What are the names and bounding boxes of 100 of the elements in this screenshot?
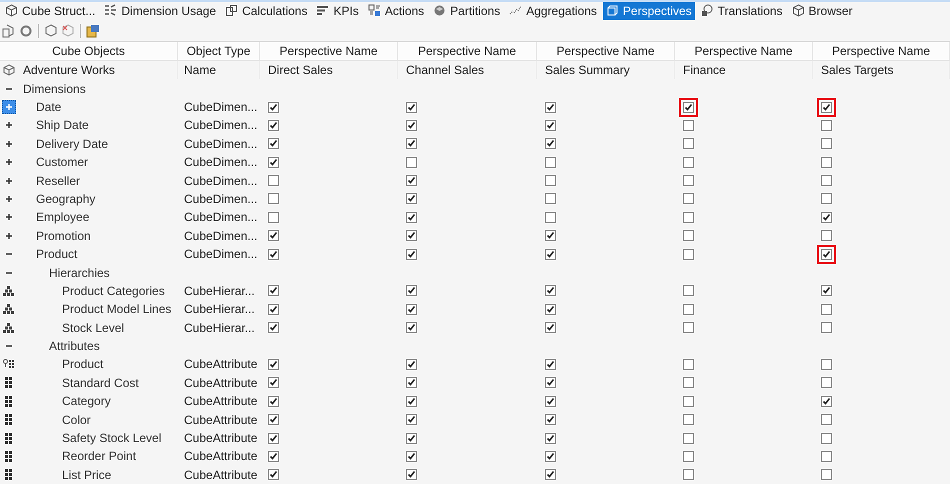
checkbox[interactable] [683,469,694,480]
checkbox[interactable] [683,156,694,168]
checkbox[interactable] [683,248,694,260]
checkbox[interactable] [683,450,694,462]
checkbox[interactable] [545,414,556,426]
checkbox[interactable] [406,432,417,444]
checkbox[interactable] [545,285,556,296]
column-header[interactable]: Perspective Name [279,42,378,60]
checkbox[interactable] [545,212,556,223]
checkbox[interactable] [268,285,279,296]
checkbox[interactable] [406,102,417,112]
checkbox[interactable] [821,358,832,370]
tree-item[interactable]: Standard Cost [17,374,139,392]
checkbox[interactable] [545,450,556,462]
perspective-name[interactable]: Sales Summary [545,61,630,80]
checkbox[interactable] [821,193,832,204]
checkbox[interactable] [821,377,832,388]
checkbox[interactable] [268,377,279,388]
checkbox[interactable] [406,230,417,242]
checkbox[interactable] [268,212,279,223]
checkbox[interactable] [821,285,832,296]
tab[interactable]: Aggregations [506,2,600,20]
perspective-name[interactable]: Finance [683,61,726,80]
tree-item[interactable]: Product [17,245,78,264]
column-header[interactable]: Cube Objects [52,42,125,60]
checkbox[interactable] [545,102,556,112]
checkbox[interactable] [268,138,279,150]
column-header[interactable]: Perspective Name [832,42,930,60]
checkbox[interactable] [268,396,279,407]
checkbox[interactable] [545,358,556,370]
tree-item[interactable]: Date [17,98,62,116]
tab[interactable]: KPIs [313,2,362,20]
checkbox[interactable] [545,396,556,407]
tree-item[interactable]: Employee [17,208,90,226]
refresh-icon[interactable] [18,22,34,39]
checkbox[interactable] [821,414,832,426]
tree-item[interactable]: Safety Stock Level [17,429,162,448]
checkbox[interactable] [406,304,417,315]
checkbox[interactable] [821,322,832,334]
checkbox[interactable] [545,156,556,168]
checkbox[interactable] [406,450,417,462]
checkbox[interactable] [406,285,417,296]
checkbox[interactable] [545,322,556,334]
column-header[interactable]: Perspective Name [418,42,516,60]
column-header[interactable]: Object Type [186,42,250,60]
perspective-name[interactable]: Direct Sales [268,61,333,80]
checkbox[interactable] [821,120,832,131]
checkbox[interactable] [545,469,556,480]
checkbox[interactable] [268,120,279,131]
checkbox[interactable] [683,304,694,315]
checkbox[interactable] [683,396,694,407]
tree-item[interactable]: Product Categories [17,282,165,300]
tree-item[interactable]: Product [17,355,104,374]
checkbox[interactable] [545,138,556,150]
checkbox[interactable] [683,175,694,186]
checkbox[interactable] [268,358,279,370]
checkbox[interactable] [821,212,832,223]
checkbox[interactable] [683,377,694,388]
tab[interactable]: Browser [788,2,856,20]
checkbox[interactable] [821,156,832,168]
tree-item[interactable]: Customer [17,153,88,172]
checkbox[interactable] [268,102,279,112]
perspective-name[interactable]: Sales Targets [821,61,894,80]
checkbox[interactable] [683,120,694,131]
checkbox[interactable] [406,156,417,168]
checkbox[interactable] [821,138,832,150]
tab[interactable]: Perspectives [602,2,695,20]
checkbox[interactable] [821,175,832,186]
checkbox[interactable] [821,432,832,444]
tree-item[interactable]: Reseller [17,172,80,190]
checkbox[interactable] [406,193,417,204]
tree-item[interactable]: Promotion [17,226,91,245]
tree-item[interactable]: Product Model Lines [17,300,172,318]
expand-button[interactable] [2,100,16,114]
checkbox[interactable] [406,396,417,407]
checkbox[interactable] [406,138,417,150]
checkbox[interactable] [821,450,832,462]
tab[interactable]: Cube Struct... [2,2,98,20]
checkbox[interactable] [683,322,694,334]
tree-item[interactable]: Dimensions [17,80,86,98]
checkbox[interactable] [545,193,556,204]
checkbox[interactable] [821,248,832,260]
checkbox[interactable] [683,358,694,370]
checkbox[interactable] [683,212,694,223]
checkbox[interactable] [406,212,417,223]
tab[interactable]: Dimension Usage [101,2,220,20]
checkbox[interactable] [406,175,417,186]
tree-item[interactable]: Attributes [17,337,100,356]
checkbox[interactable] [268,450,279,462]
checkbox[interactable] [406,120,417,131]
column-header[interactable]: Perspective Name [694,42,793,60]
tree-item[interactable]: Adventure Works [17,61,115,80]
tree-item[interactable]: List Price [17,466,112,484]
checkbox[interactable] [406,469,417,480]
checkbox[interactable] [683,138,694,150]
checkbox[interactable] [406,248,417,260]
checkbox[interactable] [821,102,832,112]
checkbox[interactable] [268,230,279,242]
tab[interactable]: Partitions [430,2,504,20]
checkbox[interactable] [268,304,279,315]
